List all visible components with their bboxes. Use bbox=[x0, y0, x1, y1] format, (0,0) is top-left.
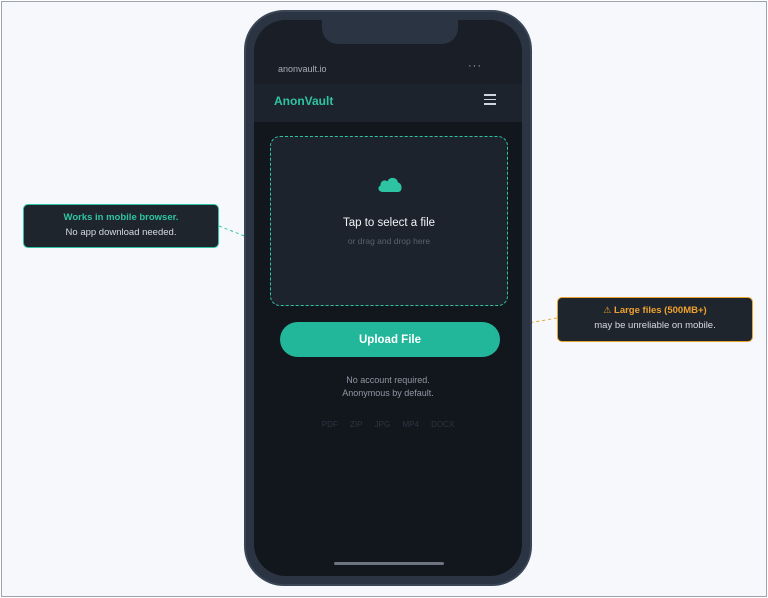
callout-right-text: may be unreliable on mobile. bbox=[594, 320, 716, 331]
callout-left-text: No app download needed. bbox=[65, 227, 177, 238]
large-files-callout: ⚠ Large files (500MB+) may be unreliable… bbox=[557, 297, 753, 342]
format-label: PDF bbox=[321, 420, 338, 429]
app-header: AnonVault bbox=[254, 84, 522, 122]
format-label: DOCX bbox=[431, 420, 455, 429]
format-label: JPG bbox=[374, 420, 391, 429]
phone-notch bbox=[322, 20, 458, 44]
dropzone-subtitle: or drag and drop here bbox=[347, 236, 431, 246]
upload-file-button[interactable]: Upload File bbox=[280, 322, 500, 357]
phone-screen: anonvault.io ··· AnonVault Tap to select… bbox=[254, 20, 522, 576]
warning-icon: ⚠ bbox=[603, 305, 612, 315]
phone-mockup: anonvault.io ··· AnonVault Tap to select… bbox=[244, 10, 532, 586]
callout-right-title: Large files (500MB+) bbox=[614, 305, 707, 316]
dropzone-title: Tap to select a file bbox=[342, 217, 436, 229]
format-label: MP4 bbox=[402, 420, 419, 429]
home-indicator[interactable] bbox=[334, 562, 444, 565]
cloud-icon bbox=[378, 177, 402, 192]
privacy-note: No account required. Anonymous by defaul… bbox=[254, 374, 522, 399]
mobile-browser-callout: Works in mobile browser. No app download… bbox=[23, 204, 219, 248]
more-options-icon[interactable]: ··· bbox=[468, 60, 482, 72]
callout-left-title: Works in mobile browser. bbox=[63, 212, 179, 223]
file-dropzone[interactable]: Tap to select a file or drag and drop he… bbox=[270, 136, 508, 306]
privacy-note-line2: Anonymous by default. bbox=[342, 387, 434, 398]
supported-formats: PDF ZIP JPG MP4 DOCX bbox=[254, 420, 522, 429]
brand-logo[interactable]: AnonVault bbox=[274, 94, 333, 108]
browser-url[interactable]: anonvault.io bbox=[278, 64, 327, 74]
privacy-note-line1: No account required. bbox=[346, 375, 430, 385]
hamburger-menu-icon[interactable] bbox=[484, 94, 496, 106]
format-label: ZIP bbox=[349, 420, 363, 429]
